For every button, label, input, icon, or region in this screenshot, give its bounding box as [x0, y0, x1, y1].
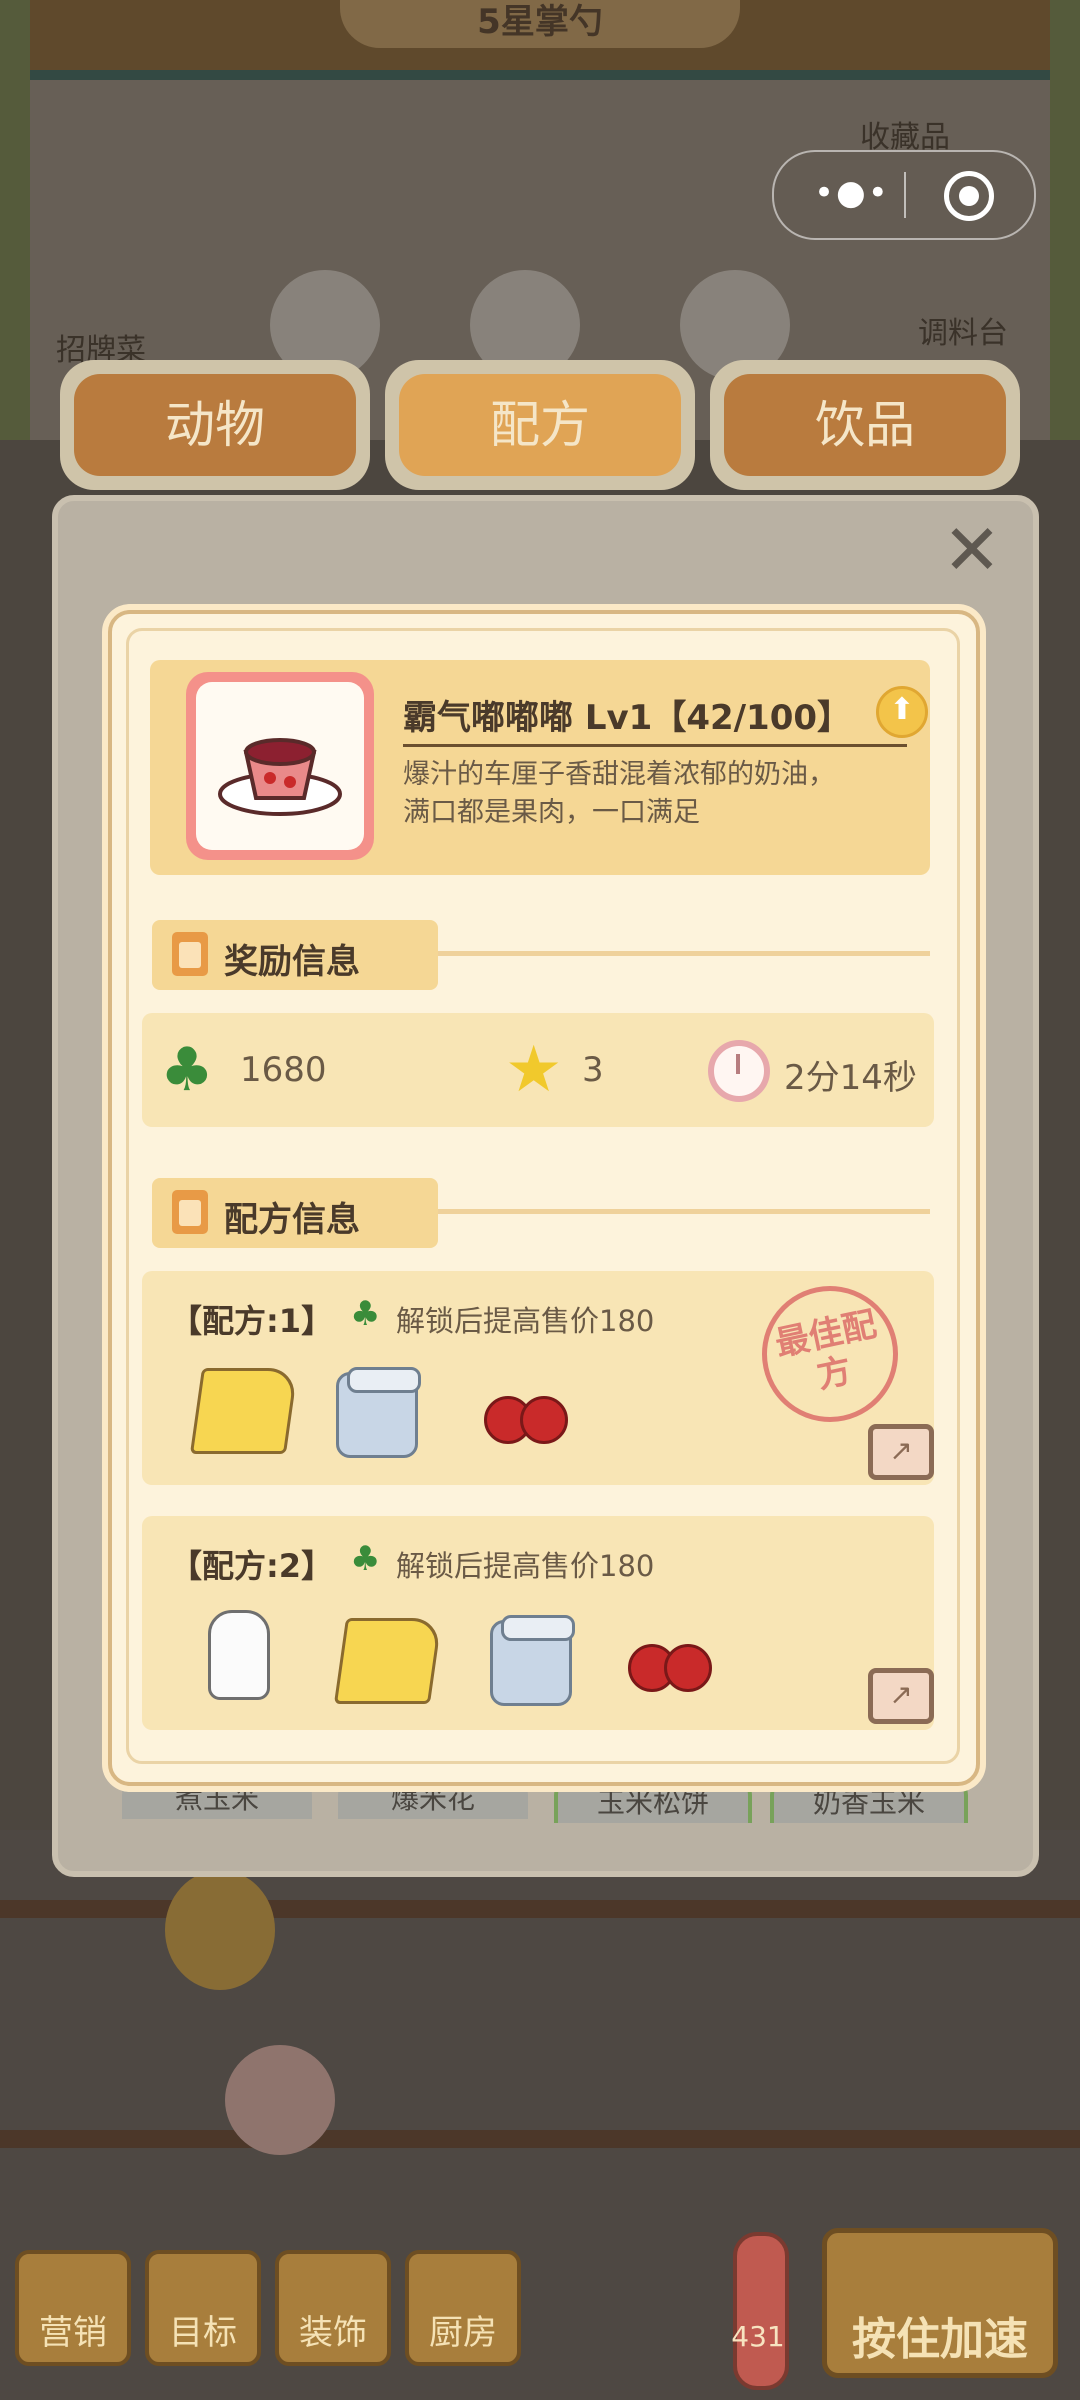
clock-icon	[708, 1040, 770, 1102]
cherry-icon	[624, 1616, 714, 1696]
share-icon[interactable]: ↗	[868, 1424, 934, 1480]
recipe-bonus: 解锁后提高售价180	[396, 1549, 655, 1583]
tab-animals[interactable]: 动物	[60, 360, 370, 490]
section-divider	[438, 951, 930, 956]
cook-time-value: 2分14秒	[784, 1058, 917, 1098]
button-label: 装饰	[299, 2313, 367, 2353]
share-icon[interactable]: ↗	[868, 1668, 934, 1724]
capsule-divider	[904, 172, 906, 218]
kitchen-button[interactable]: 厨房	[405, 2250, 521, 2366]
dish-title: 霸气嘟嘟嘟 Lv1【42/100】	[403, 698, 852, 738]
clover-icon: ♣	[160, 1035, 214, 1105]
button-label: 营销	[39, 2313, 107, 2353]
recipe-section-header: 配方信息	[152, 1178, 438, 1248]
target-icon[interactable]	[944, 171, 994, 221]
tab-recipes[interactable]: 配方	[385, 360, 695, 490]
goal-button[interactable]: 目标	[145, 2250, 261, 2366]
clipboard-icon	[172, 932, 208, 976]
thermometer-icon	[733, 2232, 789, 2390]
milk-jar-icon	[490, 1615, 575, 1706]
section-divider	[438, 1209, 930, 1214]
tab-label: 动物	[74, 374, 356, 476]
reward-section-header: 奖励信息	[152, 920, 438, 990]
tab-drinks[interactable]: 饮品	[710, 360, 1020, 490]
clover-reward-value: 1680	[240, 1050, 327, 1090]
clover-icon: ♣	[350, 1294, 381, 1334]
title-underline	[403, 744, 907, 747]
tab-label: 饮品	[724, 374, 1006, 476]
hold-to-speed-button[interactable]: 按住加速	[822, 2228, 1058, 2378]
close-icon[interactable]: ✕	[942, 515, 1002, 585]
ellipsis-icon[interactable]: •●•	[814, 176, 890, 210]
recipe-title: 【配方:2】	[170, 1547, 334, 1585]
button-label: 厨房	[429, 2313, 497, 2353]
button-label: 按住加速	[852, 2314, 1028, 2365]
marketing-button[interactable]: 营销	[15, 2250, 131, 2366]
dish-description: 爆汁的车厘子香甜混着浓郁的奶油，满口都是果肉，一口满足	[403, 759, 835, 828]
arrow-up-icon[interactable]: ⬆	[876, 686, 928, 738]
milk-bottle-icon	[208, 1610, 270, 1700]
cherry-icon	[480, 1368, 570, 1448]
section-title: 配方信息	[224, 1200, 360, 1240]
decor-button[interactable]: 装饰	[275, 2250, 391, 2366]
section-title: 奖励信息	[224, 942, 360, 982]
mini-program-capsule: •●•	[772, 150, 1036, 240]
button-label: 目标	[169, 2313, 237, 2353]
milk-jar-icon	[336, 1367, 421, 1458]
clover-icon: ♣	[350, 1539, 381, 1579]
tab-label: 配方	[399, 374, 681, 476]
recipe-bonus: 解锁后提高售价180	[396, 1304, 655, 1338]
clipboard-icon	[172, 1190, 208, 1234]
cheese-icon	[189, 1368, 299, 1454]
recipe-title: 【配方:1】	[170, 1302, 334, 1340]
thermometer-value: 431	[731, 2320, 785, 2353]
star-reward-value: 3	[582, 1050, 604, 1090]
star-icon: ★	[505, 1033, 563, 1107]
dish-image	[196, 682, 364, 850]
cheese-icon	[333, 1618, 443, 1704]
